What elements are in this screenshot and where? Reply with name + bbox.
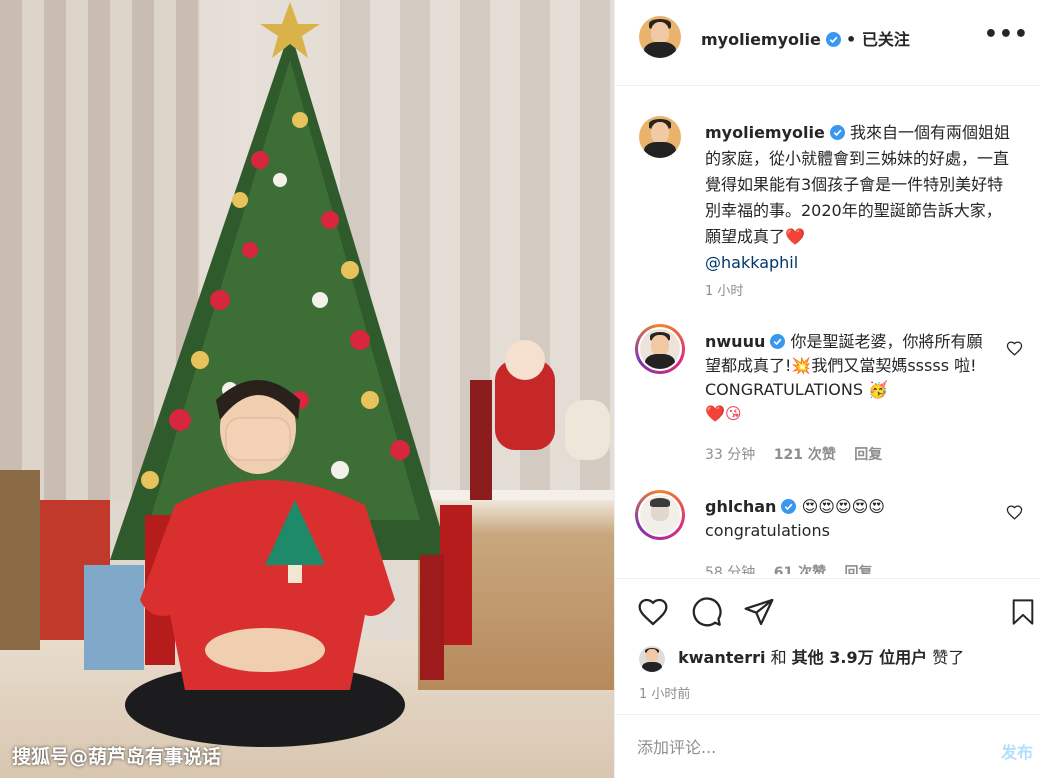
commenter-avatar-ring[interactable] <box>635 324 685 374</box>
red-heart-emoji: ❤️ <box>785 227 805 246</box>
comment-meta: 58 分钟 61 次赞 回复 <box>705 562 873 574</box>
commenter-avatar <box>640 495 680 535</box>
author-username[interactable]: myoliemyolie <box>701 30 821 49</box>
like-heart-icon[interactable] <box>637 596 669 628</box>
avatar-hair <box>649 498 671 507</box>
caption-author-avatar[interactable] <box>639 116 681 158</box>
verified-badge-icon <box>770 334 786 349</box>
post-timestamp: 1 小时前 <box>639 687 691 702</box>
caption-timestamp: 1 小时 <box>705 284 744 299</box>
comment-body: ghlchan 😍😍😍😍😍 congratulations <box>705 495 995 543</box>
avatar-face <box>650 121 670 143</box>
post-header: myoliemyolie • 已关注 <box>701 26 910 50</box>
comment-meta: 33 分钟 121 次赞 回复 <box>705 444 882 464</box>
comment-text: congratulations <box>705 521 830 540</box>
comment-like-count[interactable]: 121 次赞 <box>774 447 836 463</box>
avatar-body <box>644 353 676 369</box>
reply-button[interactable]: 回复 <box>845 565 873 574</box>
christmas-tree-illustration <box>0 2 610 747</box>
heart-kiss-emoji: ❤️😘 <box>705 404 742 423</box>
reply-button[interactable]: 回复 <box>854 447 882 463</box>
avatar-body <box>644 142 676 158</box>
verified-badge-icon <box>825 32 841 47</box>
party-face-emoji: 🥳 <box>868 380 888 399</box>
other-likers-link[interactable]: 其他 3.9万 位用户 <box>792 648 928 667</box>
save-bookmark-icon[interactable] <box>1009 596 1037 628</box>
mention-link[interactable]: @hakkaphil <box>705 253 798 272</box>
comment-timestamp: 58 分钟 <box>705 565 756 574</box>
liker-username[interactable]: kwanterri <box>678 648 765 667</box>
likes-summary: kwanterri 和 其他 3.9万 位用户 赞了 <box>639 644 964 672</box>
add-comment-input[interactable] <box>637 738 937 757</box>
commenter-username[interactable]: ghlchan <box>705 497 776 516</box>
post-photo: 搜狐号@葫芦岛有事说话 <box>0 0 614 778</box>
more-options-icon[interactable]: ••• <box>984 22 1029 47</box>
commenter-avatar <box>640 329 680 369</box>
post-comment-button[interactable]: 发布 <box>1001 739 1033 763</box>
avatar-face <box>651 334 669 355</box>
comment-icon[interactable] <box>691 596 723 628</box>
share-send-icon[interactable] <box>743 596 775 628</box>
commenter-avatar-ring[interactable] <box>635 490 685 540</box>
avatar-body <box>644 42 676 58</box>
comment-timestamp: 33 分钟 <box>705 447 756 463</box>
post-caption: myoliemyolie 我來自一個有兩個姐姐的家庭，從小就體會到三姊妹的好處，… <box>705 120 1015 276</box>
avatar-body <box>642 661 662 672</box>
likes-suffix: 赞了 <box>932 648 965 667</box>
comment-like-heart-icon[interactable] <box>1006 504 1023 521</box>
verified-badge-icon <box>781 499 797 514</box>
comments-divider <box>615 578 1039 579</box>
liker-avatar[interactable] <box>639 645 665 672</box>
verified-badge-icon <box>829 125 845 140</box>
comment-like-heart-icon[interactable] <box>1006 340 1023 357</box>
comment-like-count[interactable]: 61 次赞 <box>774 565 826 574</box>
post-side-panel: myoliemyolie • 已关注 ••• myoliemyolie 我來自一… <box>614 0 1039 778</box>
avatar-face <box>646 649 658 663</box>
input-divider <box>615 714 1039 715</box>
likes-connector: 和 <box>770 648 787 667</box>
sparkle-emoji: 💥 <box>791 356 812 375</box>
watermark: 搜狐号@葫芦岛有事说话 <box>12 746 222 768</box>
caption-username[interactable]: myoliemyolie <box>705 123 825 142</box>
comment-body: nwuuu 你是聖誕老婆，你將所有願望都成真了!💥我們又當契媽sssss 啦! … <box>705 330 995 426</box>
header-divider <box>615 85 1039 86</box>
follow-status[interactable]: • 已关注 <box>846 30 910 49</box>
author-avatar[interactable] <box>639 16 681 58</box>
heart-eyes-emoji: 😍😍😍😍😍 <box>801 497 885 516</box>
avatar-face <box>650 21 670 43</box>
commenter-username[interactable]: nwuuu <box>705 332 765 351</box>
